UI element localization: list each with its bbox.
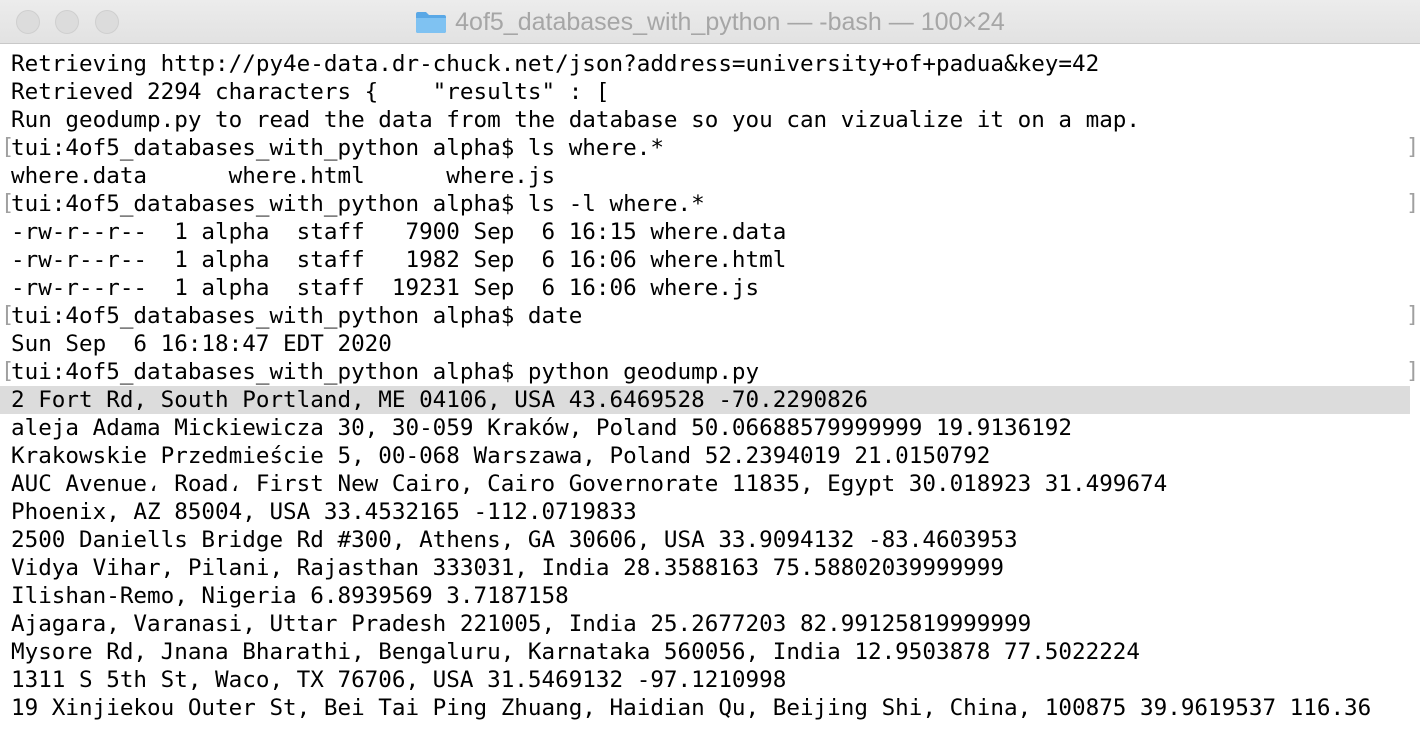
output-line: -rw-r--r-- 1 alpha staff 7900 Sep 6 16:1… — [11, 219, 787, 245]
output-line: Retrieved 2294 characters { "results" : … — [11, 79, 610, 105]
output-line: where.data where.html where.js — [11, 163, 556, 189]
output-line: AUC Avenue، Road، First New Cairo, Cairo… — [11, 471, 1168, 497]
selected-output-line: 2 Fort Rd, South Portland, ME 04106, USA… — [0, 386, 1410, 414]
command-line: tui:4of5_databases_with_python alpha$ py… — [0, 358, 1420, 386]
output-line: Phoenix, AZ 85004, USA 33.4532165 -112.0… — [11, 499, 637, 525]
output-line: aleja Adama Mickiewicza 30, 30-059 Krakó… — [11, 415, 1073, 441]
command-line: tui:4of5_databases_with_python alpha$ ls… — [0, 190, 1420, 218]
output-line: 2500 Daniells Bridge Rd #300, Athens, GA… — [11, 527, 1018, 553]
window-title-group: 4of5_databases_with_python — -bash — 100… — [0, 0, 1420, 44]
output-line: Krakowskie Przedmieście 5, 00-068 Warsza… — [11, 443, 991, 469]
zoom-button[interactable] — [95, 10, 119, 34]
output-line: Ajagara, Varanasi, Uttar Pradesh 221005,… — [11, 611, 1032, 637]
terminal-output[interactable]: Retrieving http://py4e-data.dr-chuck.net… — [0, 50, 1420, 732]
output-line: Retrieving http://py4e-data.dr-chuck.net… — [11, 51, 1100, 77]
title-bar[interactable]: 4of5_databases_with_python — -bash — 100… — [0, 0, 1420, 44]
minimize-button[interactable] — [55, 10, 79, 34]
command-line: tui:4of5_databases_with_python alpha$ da… — [0, 302, 1420, 330]
close-button[interactable] — [16, 10, 40, 34]
output-line: Run geodump.py to read the data from the… — [11, 107, 1141, 133]
command-line: tui:4of5_databases_with_python alpha$ ls… — [0, 134, 1420, 162]
output-line: Vidya Vihar, Pilani, Rajasthan 333031, I… — [11, 555, 1004, 581]
folder-icon — [415, 10, 447, 34]
output-line: 1311 S 5th St, Waco, TX 76706, USA 31.54… — [11, 667, 787, 693]
output-line: -rw-r--r-- 1 alpha staff 19231 Sep 6 16:… — [11, 275, 760, 301]
output-line: -rw-r--r-- 1 alpha staff 1982 Sep 6 16:0… — [11, 247, 787, 273]
window-title: 4of5_databases_with_python — -bash — 100… — [455, 7, 1005, 36]
output-line: 19 Xinjiekou Outer St, Bei Tai Ping Zhua… — [11, 695, 1372, 721]
terminal-window: 4of5_databases_with_python — -bash — 100… — [0, 0, 1420, 732]
output-line: Mysore Rd, Jnana Bharathi, Bengaluru, Ka… — [11, 639, 1141, 665]
output-line: Sun Sep 6 16:18:47 EDT 2020 — [11, 331, 392, 357]
output-line: Ilishan-Remo, Nigeria 6.8939569 3.718715… — [11, 583, 569, 609]
